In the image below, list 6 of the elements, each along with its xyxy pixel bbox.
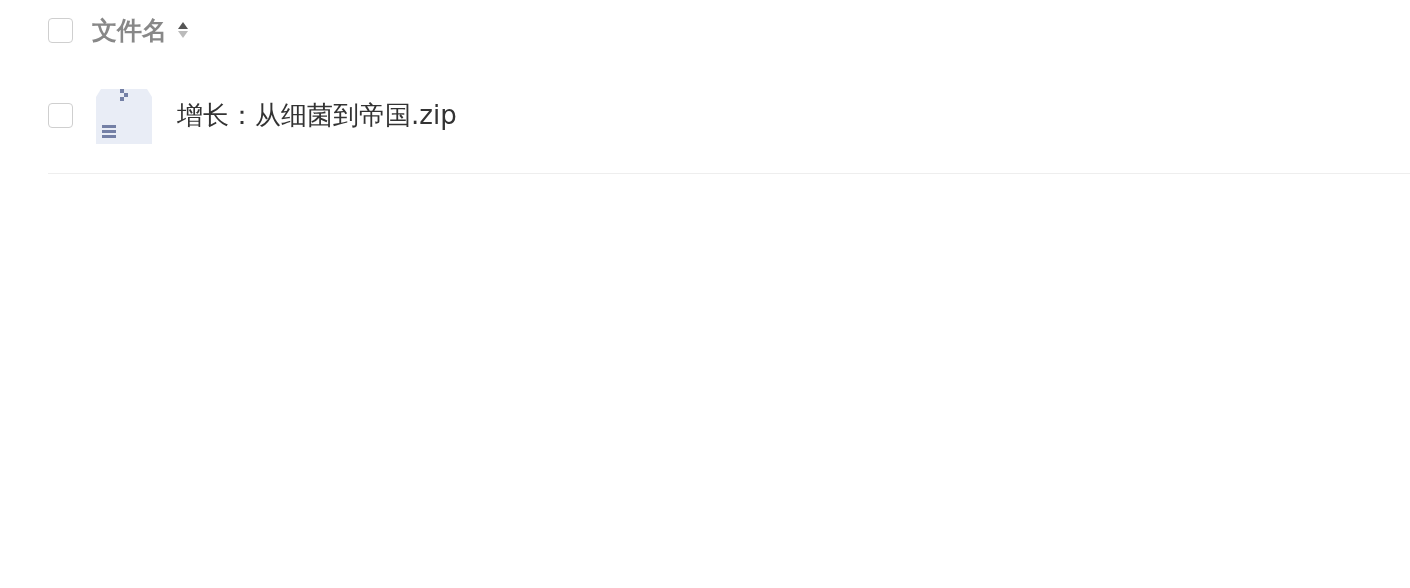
column-header[interactable]: 文件名 xyxy=(92,13,167,47)
select-all-checkbox[interactable] xyxy=(48,17,73,43)
zip-file-icon xyxy=(95,86,153,145)
file-name[interactable]: 增长：从细菌到帝国.zip xyxy=(177,98,457,133)
sort-icon[interactable] xyxy=(177,21,189,39)
row-checkbox[interactable] xyxy=(48,103,73,128)
